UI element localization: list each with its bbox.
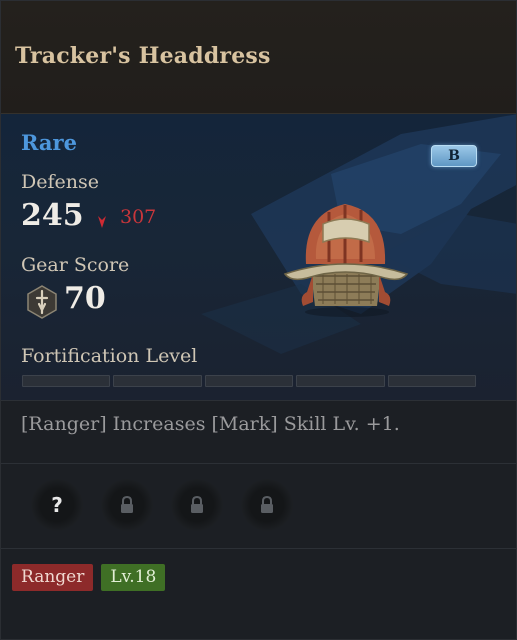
helmet-icon bbox=[283, 204, 409, 317]
gear-score-value: 70 bbox=[64, 281, 106, 316]
item-summary-panel: Rare B Defense 245 307 Gear Score 70 For bbox=[1, 114, 516, 400]
lock-icon bbox=[121, 496, 133, 513]
lock-icon bbox=[191, 496, 203, 513]
item-tooltip: Tracker's Headdress Rare B Defense 245 3… bbox=[0, 0, 517, 640]
fortification-segment bbox=[296, 375, 385, 387]
fortification-label: Fortification Level bbox=[21, 345, 198, 367]
socket-slot-locked[interactable] bbox=[171, 479, 223, 531]
socket-slot-unknown[interactable]: ? bbox=[31, 479, 83, 531]
item-name: Tracker's Headdress bbox=[15, 43, 271, 69]
stat-decrease-icon bbox=[90, 208, 114, 228]
defense-compare-value: 307 bbox=[120, 206, 157, 228]
fortification-segment bbox=[22, 375, 111, 387]
item-effect: [Ranger] Increases [Mark] Skill Lv. +1. bbox=[21, 413, 400, 435]
tooltip-header: Tracker's Headdress bbox=[1, 1, 516, 114]
defense-value: 245 bbox=[21, 198, 84, 233]
grade-badge: B bbox=[431, 145, 477, 167]
tag-row: Ranger Lv.18 bbox=[12, 564, 166, 591]
socket-row: ? bbox=[31, 479, 293, 531]
defense-label: Defense bbox=[21, 171, 99, 193]
divider bbox=[1, 400, 516, 401]
gear-score-icon bbox=[27, 285, 57, 319]
divider bbox=[1, 463, 516, 464]
gear-score-label: Gear Score bbox=[21, 254, 130, 276]
rarity-label: Rare bbox=[21, 130, 77, 155]
lock-icon bbox=[261, 496, 273, 513]
divider bbox=[1, 548, 516, 549]
fortification-bar bbox=[22, 375, 477, 387]
fortification-segment bbox=[113, 375, 202, 387]
socket-slot-locked[interactable] bbox=[241, 479, 293, 531]
level-tag: Lv.18 bbox=[101, 564, 166, 591]
class-tag: Ranger bbox=[12, 564, 94, 591]
fortification-segment bbox=[387, 375, 477, 387]
socket-slot-locked[interactable] bbox=[101, 479, 153, 531]
fortification-segment bbox=[204, 375, 294, 387]
question-mark-icon: ? bbox=[51, 493, 63, 517]
